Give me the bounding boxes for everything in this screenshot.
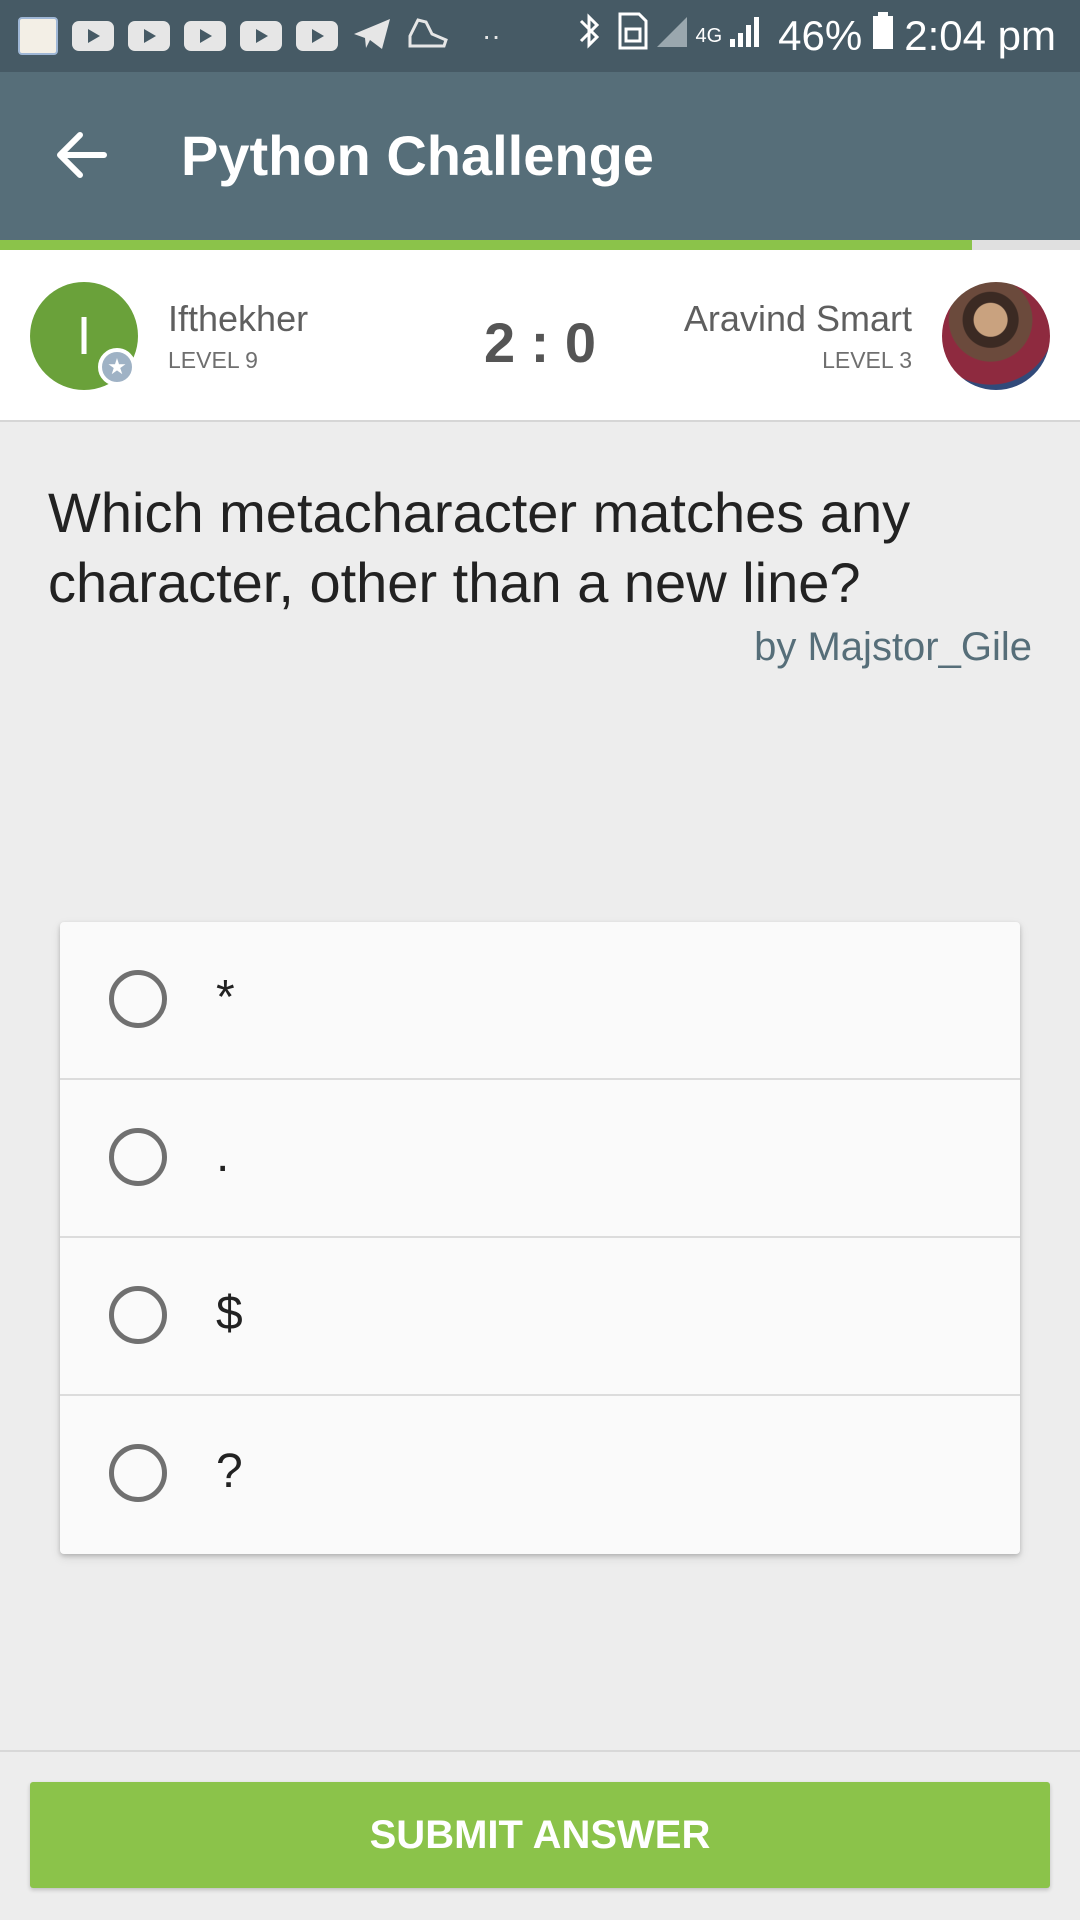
answer-option-label: ? <box>216 1445 243 1498</box>
footer-divider <box>0 1750 1080 1752</box>
submit-answer-button[interactable]: SUBMIT ANSWER <box>30 1782 1050 1888</box>
challenge-progress-bar <box>0 240 1080 250</box>
answer-option-label: $ <box>216 1287 243 1340</box>
more-dots-icon: ·· <box>482 20 501 51</box>
battery-icon <box>872 12 894 60</box>
signal-icon <box>655 15 689 57</box>
player-avatar-right[interactable] <box>942 282 1050 390</box>
battery-percent: 46% <box>778 12 863 59</box>
notification-icons: ·· <box>18 14 515 58</box>
player-name-right: Aravind Smart <box>683 298 912 339</box>
question-author: by Majstor_Gile <box>754 625 1032 669</box>
youtube-icon <box>128 21 170 51</box>
answer-option-label: . <box>216 1129 230 1182</box>
radio-button[interactable] <box>109 1128 167 1186</box>
signal-icon <box>728 15 762 57</box>
players-scoreboard: I ★ Ifthekher LEVEL 9 2 : 0 Aravind Smar… <box>0 250 1080 422</box>
youtube-icon <box>240 21 282 51</box>
radio-button[interactable] <box>109 970 167 1028</box>
radio-button[interactable] <box>109 1286 167 1344</box>
app-icon <box>18 17 58 55</box>
answer-option[interactable]: ? <box>60 1396 1020 1554</box>
status-bar: ·· 4G 46% 2:04 pm <box>0 0 1080 72</box>
app-toolbar: Python Challenge <box>0 72 1080 240</box>
network-type: 4G <box>695 24 723 47</box>
sim-icon <box>617 11 649 61</box>
question-text: Which metacharacter matches any characte… <box>48 481 911 614</box>
page-title: Python Challenge <box>181 124 654 187</box>
answer-option[interactable]: $ <box>60 1238 1020 1396</box>
answer-option-label: * <box>216 971 235 1024</box>
challenge-progress-fill <box>0 240 972 250</box>
player-level-right: LEVEL 3 <box>822 347 912 373</box>
arrow-left-icon[interactable] <box>52 125 112 185</box>
status-right: 4G 46% 2:04 pm <box>577 10 1056 62</box>
youtube-icon <box>72 21 114 51</box>
clock: 2:04 pm <box>904 12 1056 59</box>
shoe-icon <box>406 16 448 57</box>
youtube-icon <box>184 21 226 51</box>
answer-option[interactable]: * <box>60 922 1020 1080</box>
youtube-icon <box>296 21 338 51</box>
telegram-icon <box>352 16 392 57</box>
match-score: 2 : 0 <box>483 311 597 374</box>
answer-option[interactable]: . <box>60 1080 1020 1238</box>
bluetooth-icon <box>577 11 603 61</box>
answer-options: * . $ ? <box>60 922 1020 1554</box>
radio-button[interactable] <box>109 1444 167 1502</box>
